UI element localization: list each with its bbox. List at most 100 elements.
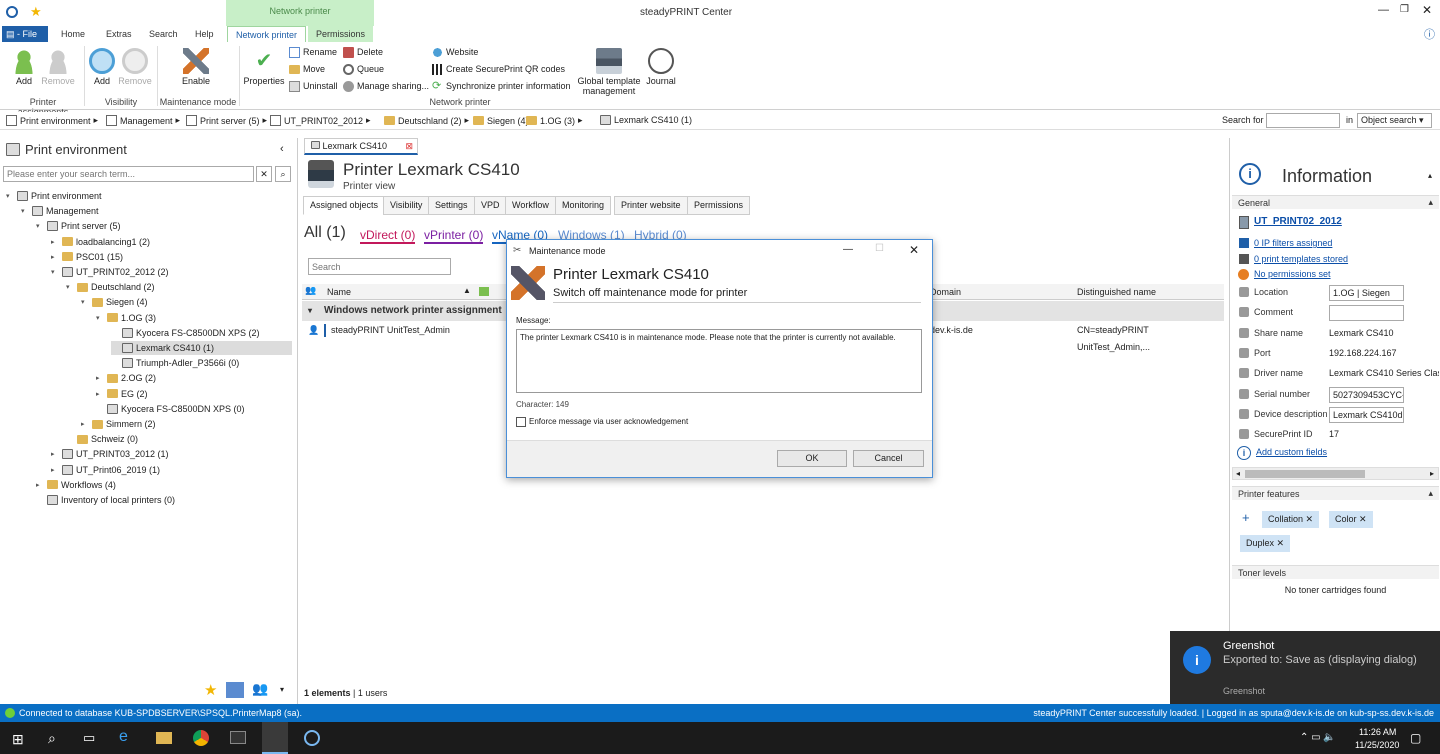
tab-extras[interactable]: Extras (98, 26, 140, 42)
close-icon[interactable]: ✕ (1422, 3, 1432, 17)
tree-item[interactable]: ▾ Print environment (6, 189, 102, 203)
column-domain[interactable]: Domain (930, 287, 961, 297)
subtab-assigned-objects[interactable]: Assigned objects (303, 196, 386, 215)
tree-item[interactable]: ▸ Workflows (4) (36, 478, 116, 492)
subtab-vpd[interactable]: VPD (474, 196, 507, 215)
breadcrumb-item[interactable]: Print server (5) ▸ (186, 115, 267, 126)
remove-chip-icon[interactable]: ✕ (1277, 538, 1285, 548)
queue-button[interactable]: Queue (343, 61, 384, 77)
filter-vdirect[interactable]: vDirect (0) (360, 228, 416, 244)
uninstall-button[interactable]: Uninstall (289, 78, 338, 94)
tree-item[interactable]: ▸ PSC01 (15) (51, 250, 123, 264)
visibility-add-button[interactable]: Add (88, 48, 116, 86)
feature-chip[interactable]: Duplex ✕ (1240, 535, 1291, 552)
subtab-permissions[interactable]: Permissions (687, 196, 751, 215)
chrome-icon[interactable] (193, 730, 209, 746)
expand-arrow-icon[interactable]: ▸ (96, 374, 104, 382)
enforce-checkbox[interactable] (516, 417, 526, 427)
tree-item[interactable]: ▾ UT_PRINT02_2012 (2) (51, 265, 169, 279)
section-toner-levels[interactable]: Toner levels (1232, 565, 1439, 579)
templates-link[interactable]: 0 print templates stored (1254, 254, 1348, 264)
steadyprint-second-icon[interactable] (304, 730, 320, 746)
tree-item[interactable]: Lexmark CS410 (1) (111, 341, 292, 355)
subtab-visibility[interactable]: Visibility (383, 196, 430, 215)
task-view-icon[interactable]: ▭ (83, 730, 95, 746)
manage-sharing-button[interactable]: Manage sharing... (343, 78, 429, 94)
tree-item[interactable]: ▸ Simmern (2) (81, 417, 156, 431)
feature-chip[interactable]: Color ✕ (1329, 511, 1373, 528)
create-qr-button[interactable]: Create SecurePrint QR codes (432, 61, 565, 77)
collapse-icon[interactable]: ▴ (1428, 171, 1432, 180)
tab-home[interactable]: Home (53, 26, 93, 42)
delete-button[interactable]: Delete (343, 44, 383, 60)
tree-item[interactable]: ▸ UT_PRINT03_2012 (1) (51, 447, 169, 461)
message-textarea[interactable]: The printer Lexmark CS410 is in maintena… (516, 329, 922, 393)
search-icon[interactable]: ⌕ (275, 166, 291, 182)
tree-item[interactable]: ▾ 1.OG (3) (96, 311, 156, 325)
expand-arrow-icon[interactable]: ▾ (96, 314, 104, 322)
search-scope-select[interactable]: Object search ▾ (1357, 113, 1432, 128)
breadcrumb-item[interactable]: 1.OG (3) ▸ (526, 115, 583, 126)
maintenance-enable-button[interactable]: Enable (170, 48, 222, 86)
expand-arrow-icon[interactable]: ▸ (51, 253, 59, 261)
maximize-icon[interactable]: ❐ (1400, 4, 1409, 15)
assign-add-button[interactable]: Add (8, 48, 40, 86)
steadyprint-icon[interactable] (262, 722, 288, 754)
global-template-button[interactable]: Global template management (576, 48, 642, 96)
tree-item[interactable]: ▸ loadbalancing1 (2) (51, 235, 150, 249)
section-printer-features[interactable]: Printer features ▴ (1232, 486, 1439, 500)
grid-search-input[interactable] (308, 258, 451, 275)
tree-view-toggle-icon[interactable] (226, 682, 244, 698)
expand-arrow-icon[interactable]: ▸ (51, 238, 59, 246)
breadcrumb-item[interactable]: UT_PRINT02_2012 ▸ (270, 115, 371, 126)
chevron-down-icon[interactable]: ▾ (280, 685, 284, 694)
expand-arrow-icon[interactable]: ▸ (96, 390, 104, 398)
add-custom-fields-link[interactable]: Add custom fields (1256, 447, 1327, 457)
rename-button[interactable]: Rename (289, 44, 337, 60)
subtab-printer-website[interactable]: Printer website (614, 196, 688, 215)
expand-arrow-icon[interactable]: ▾ (51, 268, 59, 276)
expand-arrow-icon[interactable]: ▾ (6, 192, 14, 200)
horizontal-scrollbar[interactable]: ◂ ▸ (1232, 467, 1439, 480)
column-dn[interactable]: Distinguished name (1077, 287, 1156, 297)
tree-search-input[interactable] (3, 166, 254, 182)
tree-item[interactable]: Kyocera FS-C8500DN XPS (2) (111, 326, 260, 340)
field-value[interactable] (1329, 305, 1404, 322)
clear-search-icon[interactable]: ✕ (256, 166, 272, 182)
tree-item[interactable]: ▸ UT_Print06_2019 (1) (51, 463, 160, 477)
tab-search[interactable]: Search (141, 26, 186, 42)
tree-item[interactable]: Schweiz (0) (66, 432, 138, 446)
visibility-remove-button[interactable]: Remove (116, 48, 154, 86)
edge-icon[interactable]: e (119, 728, 128, 746)
object-search-input[interactable] (1266, 113, 1340, 128)
collapse-panel-icon[interactable]: ‹ (280, 143, 284, 155)
section-general[interactable]: General ▴ (1232, 195, 1439, 209)
greenshot-notification[interactable]: i Greenshot Exported to: Save as (displa… (1170, 631, 1440, 704)
tray-icons[interactable]: ⌃ ▭ 🔈 (1300, 732, 1336, 743)
breadcrumb-item[interactable]: Print environment ▸ (6, 115, 98, 126)
permissions-link[interactable]: No permissions set (1254, 269, 1331, 279)
subtab-workflow[interactable]: Workflow (505, 196, 556, 215)
doc-tab-lexmark[interactable]: Lexmark CS410 ⊠ (304, 138, 418, 155)
close-tab-icon[interactable]: ⊠ (405, 139, 413, 154)
feature-chip[interactable]: Collation ✕ (1262, 511, 1320, 528)
website-button[interactable]: Website (432, 44, 478, 60)
expand-arrow-icon[interactable]: ▸ (51, 466, 59, 474)
tree-item[interactable]: Kyocera FS-C8500DN XPS (0) (96, 402, 245, 416)
filter-vprinter[interactable]: vPrinter (0) (424, 228, 484, 244)
star-icon[interactable]: ★ (30, 4, 42, 20)
subtab-settings[interactable]: Settings (428, 196, 475, 215)
tree-item[interactable]: ▾ Siegen (4) (81, 295, 148, 309)
tree-item[interactable]: ▾ Deutschland (2) (66, 280, 155, 294)
expand-arrow-icon[interactable]: ▸ (36, 481, 44, 489)
minimize-icon[interactable]: — (1378, 4, 1389, 16)
field-value[interactable]: Lexmark CS410dn 502730 (1329, 406, 1404, 423)
search-icon[interactable]: ⌕ (48, 730, 56, 747)
tab-network-printer[interactable]: Network printer (227, 26, 307, 42)
favorites-star-icon[interactable]: ★ (204, 681, 217, 699)
tab-permissions[interactable]: Permissions (308, 26, 374, 42)
expand-arrow-icon[interactable]: ▸ (51, 450, 59, 458)
tree-item[interactable]: ▾ Management (21, 204, 99, 218)
journal-button[interactable]: Journal (645, 48, 677, 86)
windows-start-icon[interactable]: ⊞ (12, 731, 24, 748)
